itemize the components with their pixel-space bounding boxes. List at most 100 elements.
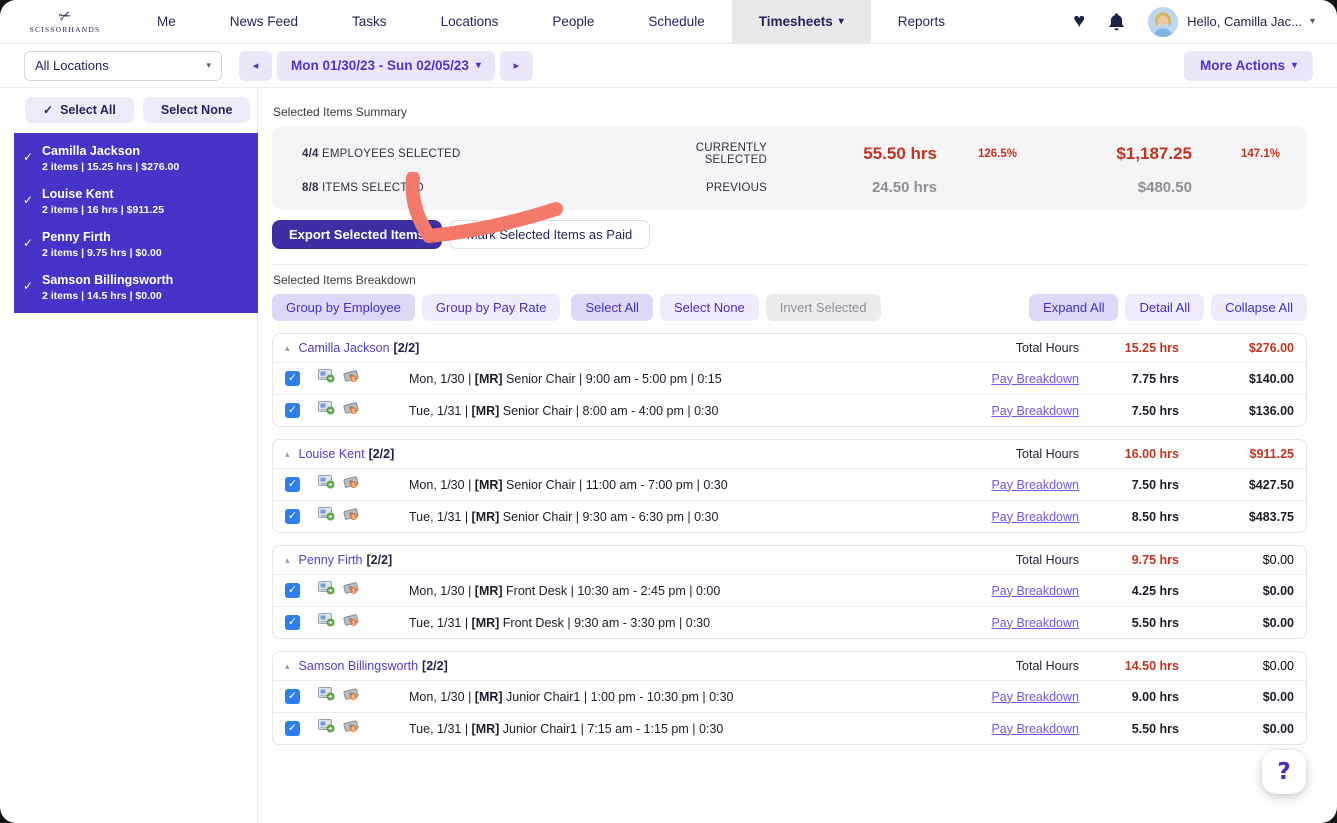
group-employee-name[interactable]: Samson Billingsworth	[299, 659, 419, 673]
nav-item-people[interactable]: People	[525, 0, 621, 43]
group-employee-name[interactable]: Penny Firth	[299, 553, 363, 567]
row-checkbox[interactable]: ✓	[285, 689, 300, 704]
nav-item-label: Tasks	[352, 14, 387, 29]
row-amount: $140.00	[1248, 371, 1294, 386]
nav-item-schedule[interactable]: Schedule	[621, 0, 731, 43]
nav-item-timesheets[interactable]: Timesheets ▾	[731, 0, 871, 43]
row-amount: $136.00	[1248, 403, 1294, 418]
row-hours: 7.75 hrs	[1131, 371, 1179, 386]
nav-item-me[interactable]: Me	[130, 0, 203, 43]
location-caret-icon: ▾	[206, 60, 211, 70]
nav-item-locations[interactable]: Locations	[414, 0, 526, 43]
nav-item-label: Locations	[440, 14, 499, 29]
user-menu-caret-icon[interactable]: ▾	[1310, 16, 1315, 27]
pay-status-icon: $	[343, 475, 359, 494]
help-button[interactable]: ?	[1262, 750, 1306, 794]
row-hours: 9.00 hrs	[1131, 689, 1179, 704]
pay-status-icon: $	[343, 401, 359, 420]
row-checkbox[interactable]: ✓	[285, 371, 300, 386]
expand-all-button[interactable]: Expand All	[1029, 294, 1119, 321]
prev-week-button[interactable]: ◂	[239, 50, 272, 81]
more-actions-button[interactable]: More Actions ▾	[1183, 50, 1313, 81]
next-week-button[interactable]: ▸	[499, 50, 533, 81]
timesheet-row: ✓ $ Mon, 1/30 | [MR] Senior Chair | 9:00 a…	[273, 362, 1306, 394]
group-employee-name[interactable]: Camilla Jackson	[299, 341, 390, 355]
group-header: ▴ Samson Billingsworth [2/2] Total Hours 14.…	[273, 652, 1306, 680]
row-hours: 8.50 hrs	[1131, 509, 1179, 524]
pay-breakdown-link[interactable]: Pay Breakdown	[919, 372, 1079, 386]
select-none-employees-button[interactable]: Select None	[142, 97, 251, 123]
group-total-amount: $276.00	[1248, 341, 1294, 355]
svg-text:$: $	[352, 695, 356, 701]
collapse-caret-icon[interactable]: ▴	[285, 555, 290, 566]
employee-list-item[interactable]: ✓ Camilla Jackson 2 items | 15.25 hrs | $2…	[14, 137, 258, 180]
row-hours: 5.50 hrs	[1131, 615, 1179, 630]
mark-selected-paid-button[interactable]: Mark Selected Items as Paid	[448, 220, 651, 249]
previous-hours-value: 24.50 hrs	[871, 179, 937, 196]
group-by-pay-rate-button[interactable]: Group by Pay Rate	[421, 294, 561, 321]
pay-breakdown-link[interactable]: Pay Breakdown	[919, 478, 1079, 492]
scissors-icon: ✂	[56, 6, 74, 27]
employee-name: Louise Kent	[42, 187, 114, 201]
row-hours: 7.50 hrs	[1131, 477, 1179, 492]
row-amount: $0.00	[1262, 689, 1294, 704]
divider	[272, 264, 1307, 265]
select-all-items-button[interactable]: Select All	[571, 294, 653, 321]
user-greeting[interactable]: Hello, Camilla Jac...	[1187, 14, 1302, 29]
pay-breakdown-link[interactable]: Pay Breakdown	[919, 404, 1079, 418]
employee-group-card: ▴ Louise Kent [2/2] Total Hours 16.00 hrs $91…	[272, 439, 1307, 533]
select-none-items-button[interactable]: Select None	[659, 294, 759, 321]
pay-breakdown-link[interactable]: Pay Breakdown	[919, 616, 1079, 630]
employee-list-item[interactable]: ✓ Penny Firth 2 items | 9.75 hrs | $0.00	[14, 223, 258, 266]
pay-breakdown-link[interactable]: Pay Breakdown	[919, 690, 1079, 704]
pay-breakdown-link[interactable]: Pay Breakdown	[919, 722, 1079, 736]
row-checkbox[interactable]: ✓	[285, 403, 300, 418]
group-employee-name[interactable]: Louise Kent	[299, 447, 365, 461]
collapse-caret-icon[interactable]: ▴	[285, 343, 290, 354]
previous-label: PREVIOUS	[705, 181, 767, 194]
collapse-all-button[interactable]: Collapse All	[1211, 294, 1307, 321]
pay-breakdown-link[interactable]: Pay Breakdown	[919, 584, 1079, 598]
row-icons: $	[311, 369, 409, 388]
currently-selected-label: CURRENTLY SELECTED	[695, 142, 767, 166]
location-filter-select[interactable]: All Locations ▾	[24, 50, 222, 81]
group-total-hours: 16.00 hrs	[1124, 447, 1179, 461]
employee-list-item[interactable]: ✓ Samson Billingsworth 2 items | 14.5 hrs …	[14, 266, 258, 309]
nav-item-news-feed[interactable]: News Feed	[203, 0, 325, 43]
collapse-caret-icon[interactable]: ▴	[285, 449, 290, 460]
main-panel: Selected Items Summary 4/4 EMPLOYEES SEL…	[258, 88, 1337, 823]
row-checkbox[interactable]: ✓	[285, 615, 300, 630]
shift-description: Tue, 1/31 | [MR] Junior Chair1 | 7:15 am…	[409, 721, 724, 736]
summary-previous-row: 8/8 ITEMS SELECTED PREVIOUS 24.50 hrs $4…	[302, 179, 1280, 196]
select-all-employees-button[interactable]: ✓ Select All	[25, 97, 134, 123]
row-checkbox[interactable]: ✓	[285, 583, 300, 598]
content-area: ✓ Select All Select None ✓ Camilla Jackso…	[0, 88, 1337, 823]
timesheet-row: ✓ $ Tue, 1/31 | [MR] Junior Chair1 | 7:15 …	[273, 712, 1306, 744]
selected-check-icon: ✓	[23, 193, 34, 207]
breakdown-title: Selected Items Breakdown	[273, 273, 416, 287]
pay-breakdown-link[interactable]: Pay Breakdown	[919, 510, 1079, 524]
row-checkbox[interactable]: ✓	[285, 477, 300, 492]
employee-name: Samson Billingsworth	[42, 273, 174, 287]
location-filter-value: All Locations	[35, 58, 109, 73]
employee-list-item[interactable]: ✓ Louise Kent 2 items | 16 hrs | $911.25	[14, 180, 258, 223]
group-by-employee-button[interactable]: Group by Employee	[272, 294, 415, 321]
favorites-heart-icon[interactable]: ♥	[1073, 10, 1085, 33]
row-checkbox[interactable]: ✓	[285, 509, 300, 524]
group-item-count: [2/2]	[422, 659, 448, 673]
user-avatar[interactable]	[1148, 6, 1179, 37]
nav-item-tasks[interactable]: Tasks	[325, 0, 414, 43]
export-selected-items-button[interactable]: Export Selected Items	[272, 220, 442, 249]
brand-logo[interactable]: ✂ SCISSORHANDS	[0, 0, 130, 43]
invert-selected-button[interactable]: Invert Selected	[765, 294, 881, 321]
row-checkbox[interactable]: ✓	[285, 721, 300, 736]
nav-item-reports[interactable]: Reports	[871, 0, 972, 43]
notifications-bell-icon[interactable]	[1107, 12, 1126, 32]
collapse-caret-icon[interactable]: ▴	[285, 661, 290, 672]
group-title: ▴ Louise Kent [2/2]	[285, 447, 919, 461]
row-icons: $	[311, 507, 409, 526]
detail-all-button[interactable]: Detail All	[1125, 294, 1205, 321]
filters-toolbar: All Locations ▾ ◂ Mon 01/30/23 - Sun 02/…	[0, 44, 1337, 88]
date-range-button[interactable]: Mon 01/30/23 - Sun 02/05/23 ▾	[277, 50, 495, 81]
summary-actions: Export Selected Items Mark Selected Item…	[272, 220, 1307, 249]
